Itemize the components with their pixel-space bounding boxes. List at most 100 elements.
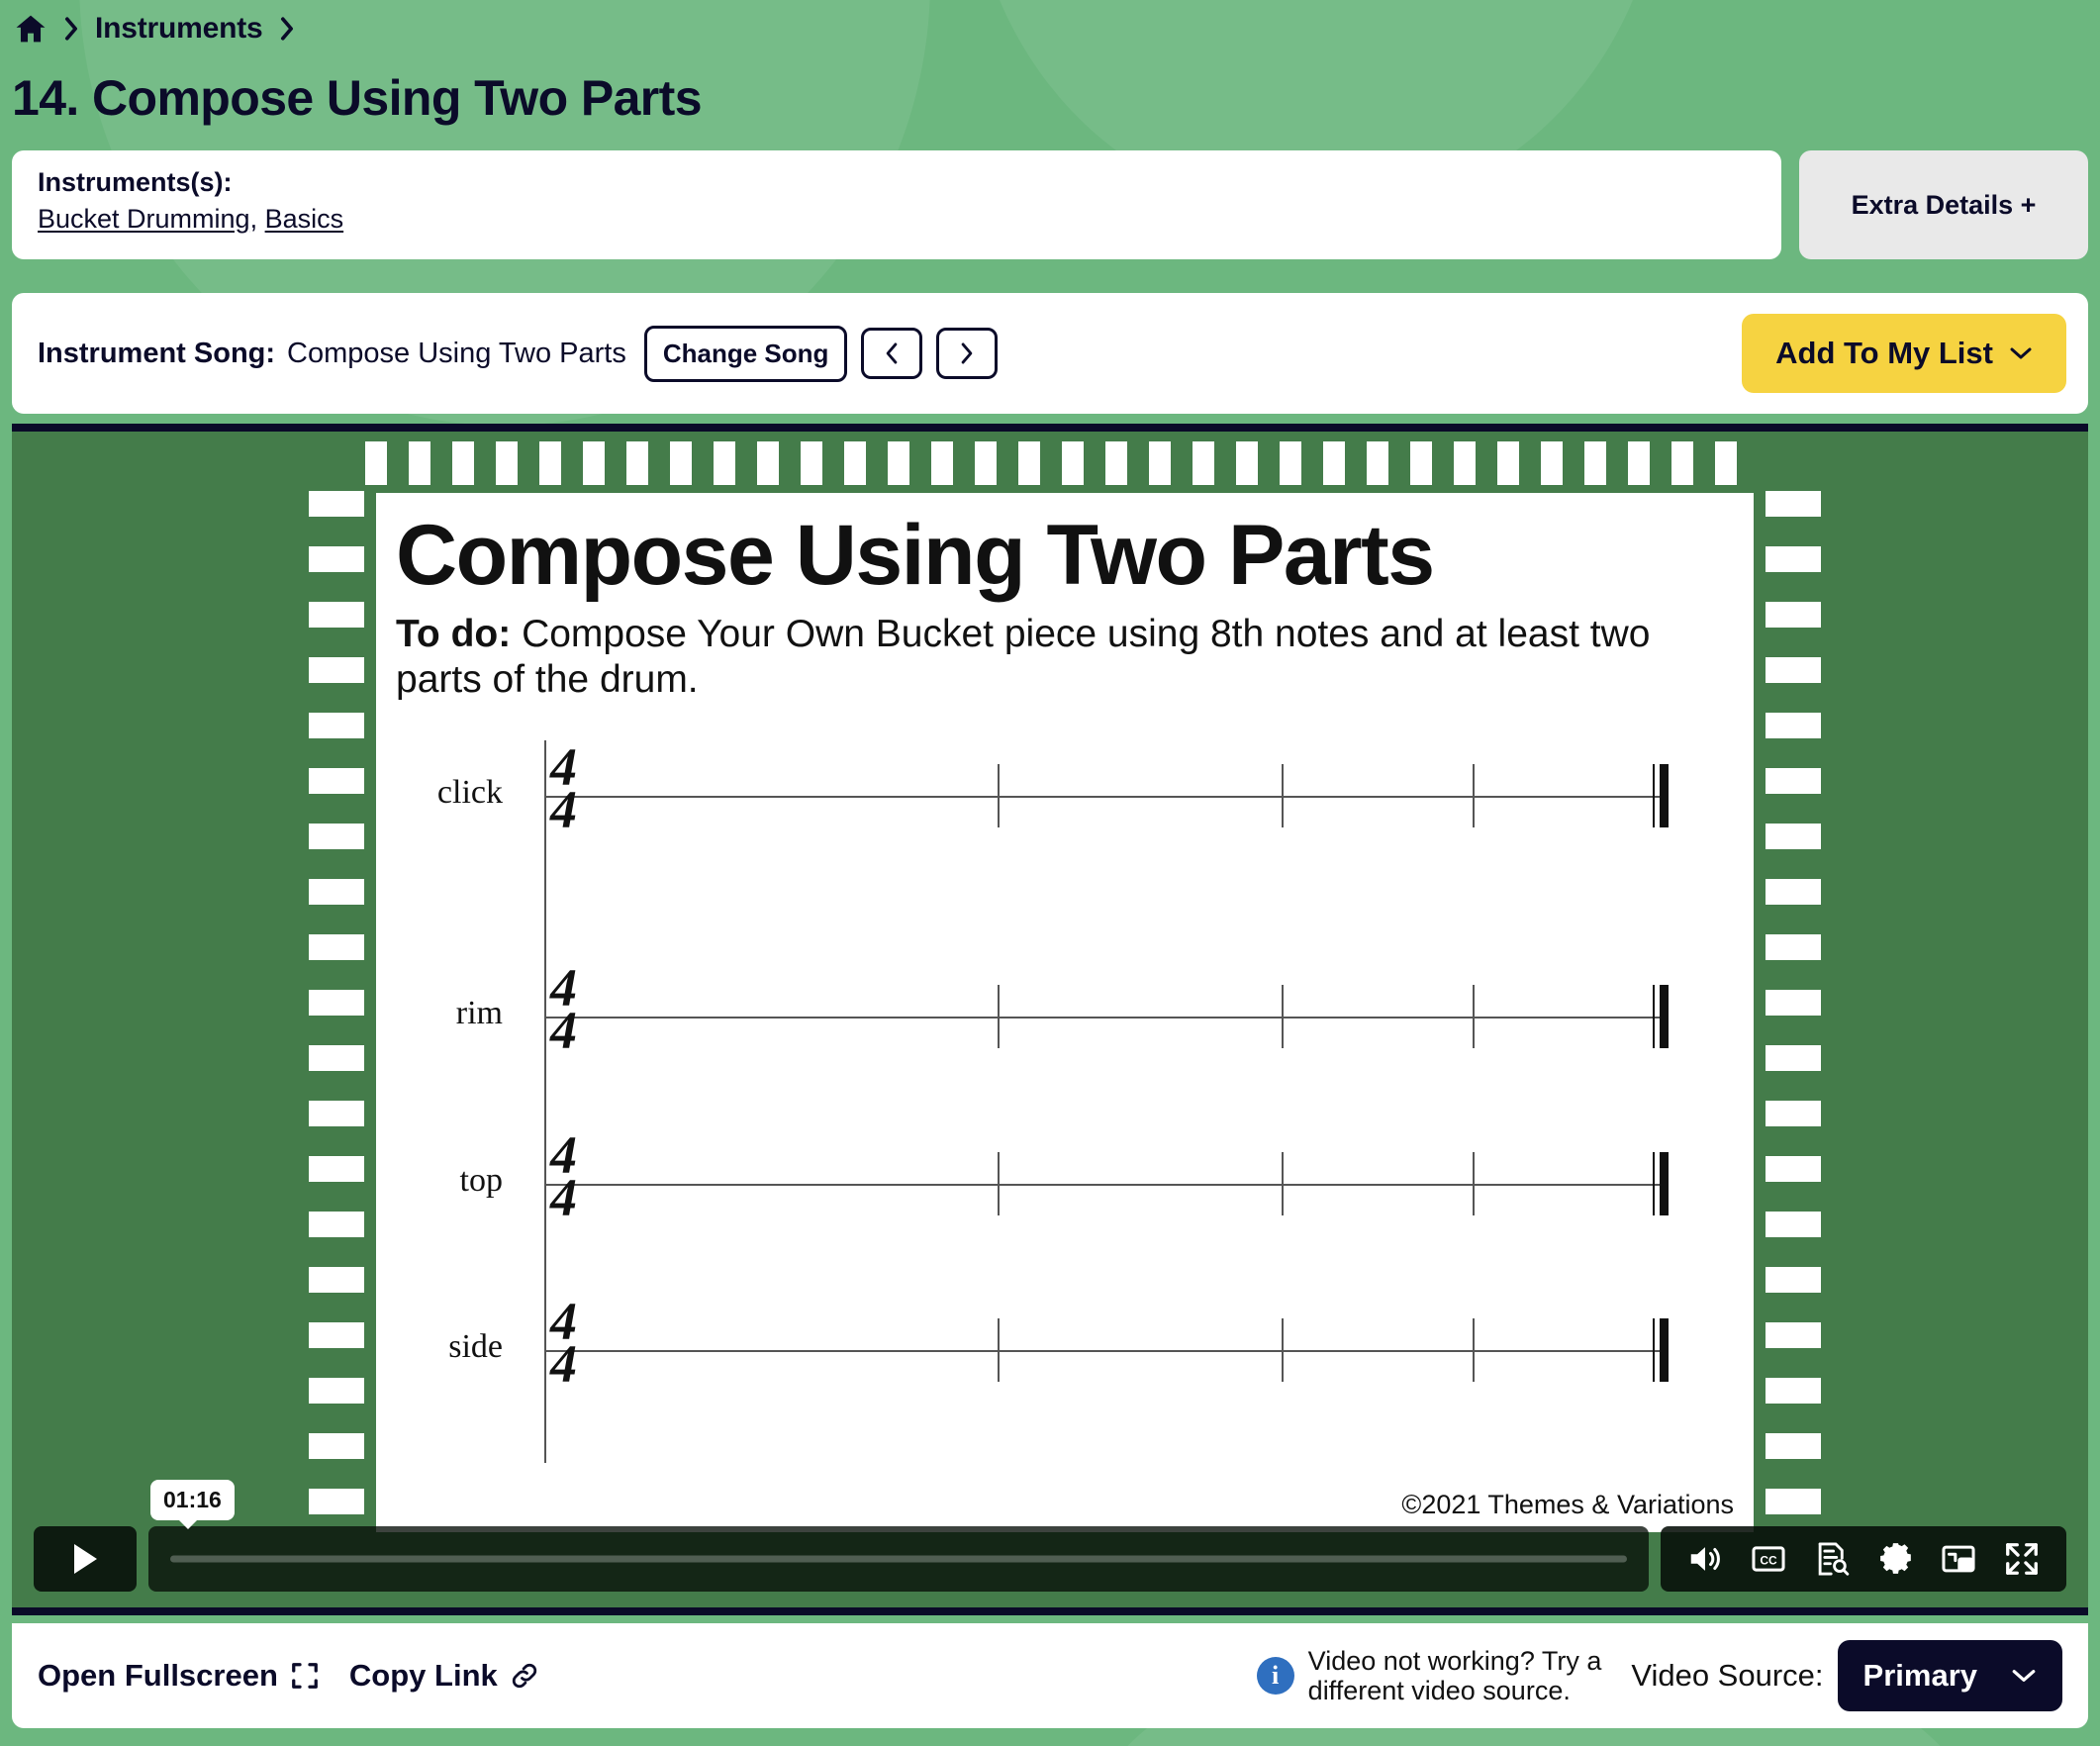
final-barline-thick xyxy=(1660,1152,1669,1215)
instruments-links: Bucket Drumming, Basics xyxy=(38,203,1756,235)
staff-line xyxy=(544,1184,1663,1186)
instruments-link-separator: , xyxy=(249,204,265,235)
picture-in-picture-icon[interactable] xyxy=(1940,1540,1977,1578)
instrument-link-basics[interactable]: Basics xyxy=(265,204,344,234)
final-barline-thick xyxy=(1660,985,1669,1048)
chevron-left-icon xyxy=(887,342,898,364)
barline xyxy=(998,985,1000,1048)
copy-link-button[interactable]: Copy Link xyxy=(349,1658,539,1694)
slide-title: Compose Using Two Parts xyxy=(396,508,1435,603)
breadcrumb-separator-icon xyxy=(61,15,81,43)
volume-icon[interactable] xyxy=(1686,1540,1724,1578)
barline xyxy=(998,1152,1000,1215)
staff-label: side xyxy=(448,1328,503,1365)
staff-rim: rim 44 xyxy=(376,961,1754,1110)
play-icon xyxy=(74,1544,97,1574)
slide-instruction: To do: Compose Your Own Bucket piece usi… xyxy=(396,612,1720,703)
time-signature: 44 xyxy=(550,1292,577,1395)
chevron-right-icon xyxy=(962,342,973,364)
extra-details-button[interactable]: Extra Details + xyxy=(1799,150,2088,259)
notice-line-2: different video source. xyxy=(1307,1676,1571,1705)
next-song-button[interactable] xyxy=(936,328,999,379)
final-barline-thick xyxy=(1660,1318,1669,1382)
final-barline-thick xyxy=(1660,764,1669,827)
progress-track xyxy=(170,1555,1627,1563)
slide-copyright: ©2021 Themes & Variations xyxy=(1401,1490,1734,1519)
music-staff-area: click 44 rim 44 top 4 4 side 4 4 xyxy=(376,740,1754,1493)
expand-corners-icon xyxy=(292,1663,318,1689)
page-title: 14. Compose Using Two Parts xyxy=(12,70,703,126)
staff-side: side 44 xyxy=(376,1295,1754,1443)
instruments-row: Instruments(s): Bucket Drumming, Basics … xyxy=(12,150,2088,259)
barline xyxy=(1282,1152,1284,1215)
previous-song-button[interactable] xyxy=(861,328,923,379)
final-barline-thin xyxy=(1653,1152,1655,1215)
chevron-down-icon xyxy=(2012,1670,2036,1682)
time-signature: 44 xyxy=(550,958,577,1061)
video-source-select[interactable]: Primary xyxy=(1837,1640,2062,1711)
settings-gear-icon[interactable] xyxy=(1876,1540,1914,1578)
video-source-value: Primary xyxy=(1862,1658,1977,1693)
time-tooltip: 01:16 xyxy=(150,1480,235,1529)
closed-captions-icon[interactable]: CC xyxy=(1750,1540,1787,1578)
time-signature: 44 xyxy=(550,737,577,840)
breadcrumb-separator-icon xyxy=(277,15,297,43)
barline xyxy=(1473,985,1475,1048)
change-song-button[interactable]: Change Song xyxy=(643,325,848,382)
instruments-card: Instruments(s): Bucket Drumming, Basics xyxy=(12,150,1781,259)
transcript-search-icon[interactable] xyxy=(1813,1540,1851,1578)
add-to-my-list-button[interactable]: Add To My List xyxy=(1742,314,2066,393)
barline xyxy=(1473,1152,1475,1215)
video-player[interactable]: Compose Using Two Parts To do: Compose Y… xyxy=(12,424,2088,1615)
slide-todo-label: To do: xyxy=(396,613,512,655)
final-barline-thin xyxy=(1653,764,1655,827)
fullscreen-icon[interactable] xyxy=(2003,1540,2041,1578)
barline xyxy=(1282,1318,1284,1382)
link-icon xyxy=(512,1663,536,1689)
instrument-song-label: Instrument Song: xyxy=(38,337,276,369)
video-source-label: Video Source: xyxy=(1631,1658,1824,1693)
instrument-song-name: Compose Using Two Parts xyxy=(287,337,626,369)
notice-line-1: Video not working? Try a xyxy=(1307,1645,1602,1676)
player-controls: CC xyxy=(34,1526,2066,1592)
breadcrumb: Instruments xyxy=(14,12,297,46)
song-bar: Instrument Song: Compose Using Two Parts… xyxy=(12,293,2088,414)
staff-label: click xyxy=(436,774,503,811)
staff-label: top xyxy=(459,1162,503,1199)
final-barline-thin xyxy=(1653,985,1655,1048)
bottom-bar: Open Fullscreen Copy Link i Video not wo… xyxy=(12,1623,2088,1728)
open-fullscreen-button[interactable]: Open Fullscreen xyxy=(38,1658,320,1694)
barline xyxy=(1282,764,1284,827)
progress-scrubber[interactable] xyxy=(148,1526,1649,1592)
staff-line xyxy=(544,796,1663,798)
player-control-icons: CC xyxy=(1661,1526,2066,1592)
notice-text: Video not working? Try a different video… xyxy=(1308,1646,1602,1705)
add-to-my-list-label: Add To My List xyxy=(1775,336,1993,370)
barline xyxy=(1473,764,1475,827)
page-root: Instruments 14. Compose Using Two Parts … xyxy=(0,0,2100,1746)
video-frame: Compose Using Two Parts To do: Compose Y… xyxy=(12,432,2088,1607)
film-strip-right xyxy=(1766,491,1821,1520)
film-strip-left xyxy=(309,491,364,1520)
barline xyxy=(1473,1318,1475,1382)
instrument-link-bucket-drumming[interactable]: Bucket Drumming xyxy=(38,204,250,234)
staff-top: top 44 xyxy=(376,1128,1754,1277)
staff-click: click 44 xyxy=(376,737,1754,1463)
copy-link-label: Copy Link xyxy=(348,1658,498,1693)
video-not-working-notice: i Video not working? Try a different vid… xyxy=(1256,1646,1602,1705)
film-strip-top xyxy=(365,441,1751,485)
breadcrumb-item-instruments[interactable]: Instruments xyxy=(95,12,263,46)
staff-line xyxy=(544,1350,1663,1352)
play-button[interactable] xyxy=(34,1526,137,1592)
final-barline-thin xyxy=(1653,1318,1655,1382)
slide-todo-text: Compose Your Own Bucket piece using 8th … xyxy=(396,613,1651,702)
instruments-heading: Instruments(s): xyxy=(38,167,233,197)
home-icon[interactable] xyxy=(14,12,48,46)
info-icon: i xyxy=(1256,1657,1294,1695)
barline xyxy=(998,1318,1000,1382)
svg-text:CC: CC xyxy=(1760,1553,1777,1567)
staff-line xyxy=(544,1017,1663,1018)
video-slide: Compose Using Two Parts To do: Compose Y… xyxy=(376,493,1754,1532)
barline xyxy=(1282,985,1284,1048)
open-fullscreen-label: Open Fullscreen xyxy=(38,1658,278,1693)
